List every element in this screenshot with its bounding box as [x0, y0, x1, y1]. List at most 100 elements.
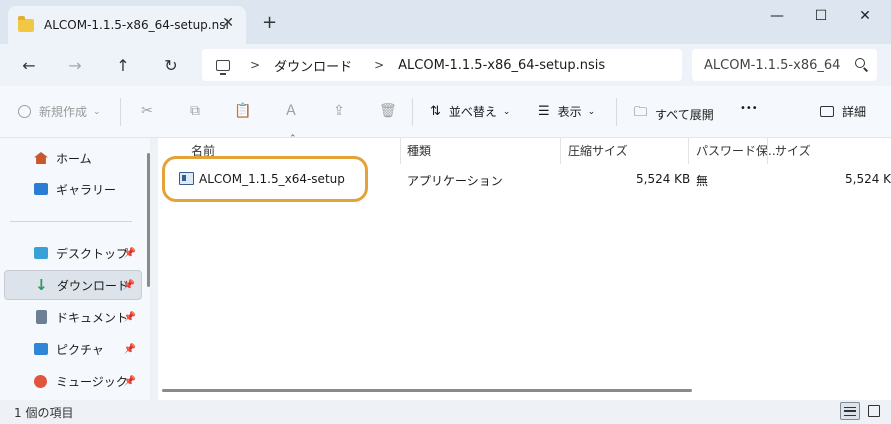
divider: [616, 98, 617, 126]
details-pane-button[interactable]: 詳細: [820, 103, 866, 120]
computer-icon[interactable]: [216, 59, 230, 75]
search-value: ALCOM-1.1.5-x86_64: [704, 57, 841, 73]
divider: [400, 138, 401, 164]
refresh-button[interactable]: ↻: [158, 53, 184, 77]
tab-title: ALCOM-1.1.5-x86_64-setup.nsi: [44, 18, 229, 32]
address-row: ← → ↑ ↻ > ダウンロード > ALCOM-1.1.5-x86_64-se…: [0, 44, 891, 86]
file-password: 無: [696, 174, 709, 188]
address-bar[interactable]: > ダウンロード > ALCOM-1.1.5-x86_64-setup.nsis: [202, 49, 682, 81]
file-size: 5,524 KB: [845, 172, 891, 186]
sidebar-item-music[interactable]: ミュージック 📌: [4, 366, 142, 396]
document-icon: [36, 310, 47, 324]
sidebar-item-label: ギャラリー: [56, 182, 117, 197]
divider: [560, 138, 561, 164]
navigation-pane: ホーム ギャラリー デスクトップ 📌 ↓ ダウンロード 📌 ドキュメント 📌 ピ…: [0, 138, 150, 400]
search-input[interactable]: ALCOM-1.1.5-x86_64: [692, 49, 877, 81]
view-icon: ☰: [538, 104, 550, 119]
sidebar-item-label: ホーム: [56, 151, 92, 166]
paste-icon[interactable]: 📋: [234, 103, 251, 119]
share-icon[interactable]: ⇪: [331, 103, 347, 119]
sidebar-item-downloads[interactable]: ↓ ダウンロード 📌: [4, 270, 142, 300]
status-bar: 1 個の項目: [0, 400, 891, 424]
close-window-button[interactable]: ✕: [850, 6, 880, 26]
tab-current[interactable]: ALCOM-1.1.5-x86_64-setup.nsi ✕: [8, 6, 246, 44]
details-view-icon: [844, 406, 856, 416]
sort-ascending-icon: ⌃: [289, 134, 297, 144]
details-view-button[interactable]: [840, 402, 860, 420]
sidebar-scrollbar[interactable]: [147, 153, 150, 287]
extract-all-label: すべて展開: [655, 107, 714, 122]
divider: [412, 98, 413, 126]
sidebar-item-desktop[interactable]: デスクトップ 📌: [4, 238, 142, 268]
command-bar: 新規作成 ⌄ ✂ ⧉ 📋 Ａ ⇪ 🗑 ⇅ 並べ替え ⌄ ☰ 表示 ⌄ 🗀 すべて…: [0, 86, 891, 138]
back-button[interactable]: ←: [16, 53, 42, 77]
new-tab-button[interactable]: +: [262, 12, 277, 33]
minimize-button[interactable]: —: [762, 6, 792, 26]
chevron-right-icon[interactable]: >: [250, 58, 260, 72]
music-icon: [34, 374, 47, 388]
pin-icon: 📌: [123, 375, 136, 387]
delete-icon[interactable]: 🗑: [379, 103, 397, 119]
sidebar-item-label: ミュージック: [56, 374, 128, 389]
view-button[interactable]: ☰ 表示 ⌄: [538, 103, 595, 120]
sidebar-item-label: ドキュメント: [56, 310, 129, 325]
sort-icon: ⇅: [430, 104, 441, 119]
up-button[interactable]: ↑: [110, 53, 136, 77]
tiles-view-button[interactable]: [864, 402, 884, 420]
horizontal-scrollbar[interactable]: [162, 389, 692, 392]
breadcrumb-downloads[interactable]: ダウンロード: [274, 56, 352, 75]
pin-icon: 📌: [122, 279, 135, 291]
new-label: 新規作成: [39, 105, 88, 119]
maximize-button[interactable]: ☐: [806, 6, 836, 26]
pin-icon: 📌: [123, 311, 136, 323]
column-header-size[interactable]: サイズ: [775, 142, 811, 159]
sort-button[interactable]: ⇅ 並べ替え ⌄: [430, 103, 510, 120]
column-header-compressed-size[interactable]: 圧縮サイズ: [568, 142, 628, 159]
details-label: 詳細: [842, 105, 867, 119]
divider: [10, 221, 132, 222]
new-button[interactable]: 新規作成 ⌄: [18, 103, 101, 120]
pin-icon: 📌: [123, 343, 136, 355]
file-compressed-size: 5,524 KB: [636, 172, 691, 186]
title-bar: ALCOM-1.1.5-x86_64-setup.nsi ✕ + — ☐ ✕: [0, 0, 891, 44]
copy-icon[interactable]: ⧉: [187, 103, 203, 119]
divider: [767, 138, 768, 164]
item-count: 1 個の項目: [14, 406, 74, 420]
chevron-down-icon: ⌄: [502, 106, 511, 117]
sidebar-item-home[interactable]: ホーム: [4, 143, 142, 173]
pin-icon: 📌: [123, 247, 136, 259]
tab-close-icon[interactable]: ✕: [222, 15, 234, 31]
more-options-button[interactable]: •••: [740, 103, 758, 114]
details-pane-icon: [820, 106, 834, 117]
sidebar-item-documents[interactable]: ドキュメント 📌: [4, 302, 142, 332]
extract-icon: 🗀: [634, 105, 648, 120]
download-icon: ↓: [35, 276, 48, 294]
gallery-icon: [34, 183, 48, 195]
breadcrumb-archive[interactable]: ALCOM-1.1.5-x86_64-setup.nsis: [398, 58, 605, 73]
sidebar-item-label: ピクチャ: [56, 342, 104, 357]
tiles-view-icon: [868, 405, 880, 417]
desktop-icon: [34, 247, 48, 259]
extract-all-button[interactable]: 🗀 すべて展開: [634, 103, 714, 125]
divider: [120, 98, 121, 126]
search-icon[interactable]: [855, 58, 865, 68]
view-label: 表示: [557, 105, 582, 119]
file-type: アプリケーション: [407, 174, 503, 188]
highlight-annotation: [162, 156, 368, 202]
sidebar-item-gallery[interactable]: ギャラリー: [4, 174, 142, 204]
sidebar-item-label: デスクトップ: [56, 246, 129, 261]
forward-button[interactable]: →: [62, 53, 88, 77]
cut-icon[interactable]: ✂: [139, 103, 155, 119]
home-icon: [34, 152, 48, 164]
rename-icon[interactable]: Ａ: [283, 103, 299, 119]
chevron-down-icon: ⌄: [93, 106, 101, 117]
chevron-right-icon[interactable]: >: [374, 58, 384, 72]
plus-circle-icon: [18, 105, 31, 118]
folder-icon: [18, 15, 34, 32]
chevron-down-icon: ⌄: [587, 106, 596, 117]
column-header-type[interactable]: 種類: [407, 142, 431, 159]
sidebar-item-label: ダウンロード: [57, 278, 130, 293]
divider: [688, 138, 689, 164]
sidebar-item-pictures[interactable]: ピクチャ 📌: [4, 334, 142, 364]
pictures-icon: [34, 343, 48, 355]
